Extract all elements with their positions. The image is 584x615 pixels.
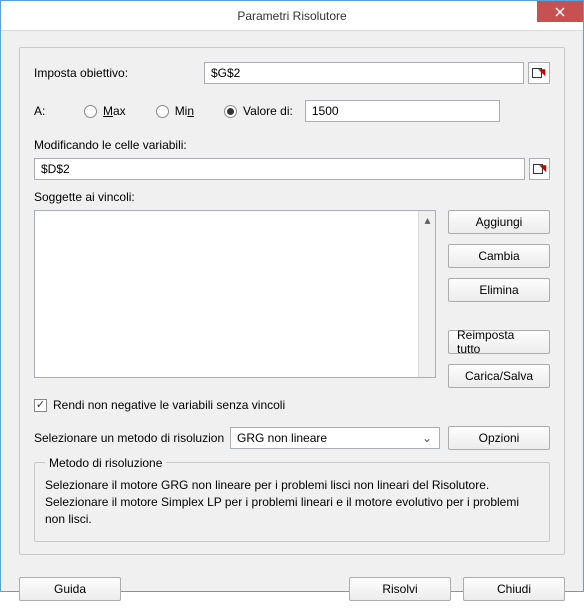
close-dialog-button-label: Chiudi [497, 582, 531, 596]
constraint-buttons: Aggiungi Cambia Elimina Reimposta tutto … [448, 210, 550, 388]
help-button[interactable]: Guida [19, 577, 121, 601]
radio-max-label: Max [103, 104, 126, 118]
radio-min-item[interactable]: Min [156, 104, 194, 118]
method-description-box: Metodo di risoluzione Selezionare il mot… [34, 462, 550, 542]
method-selected-value: GRG non lineare [237, 431, 327, 445]
method-box-title: Metodo di risoluzione [45, 456, 166, 470]
radio-max [84, 105, 97, 118]
method-description: Selezionare il motore GRG non lineare pe… [45, 477, 539, 527]
changing-cells-input[interactable] [34, 158, 525, 180]
valueof-input[interactable] [305, 100, 500, 122]
nonneg-label: Rendi non negative le variabili senza vi… [53, 398, 285, 412]
radio-valueof-label: Valore di: [243, 104, 293, 118]
constraints-listbox[interactable]: ▴ [34, 210, 436, 378]
nonneg-row[interactable]: Rendi non negative le variabili senza vi… [34, 398, 550, 412]
window-title: Parametri Risolutore [1, 9, 583, 23]
change-button[interactable]: Cambia [448, 244, 550, 268]
objective-range-picker[interactable] [528, 62, 550, 84]
add-button[interactable]: Aggiungi [448, 210, 550, 234]
constraints-area: ▴ Aggiungi Cambia Elimina Reimposta tutt… [34, 210, 550, 388]
range-selector-icon [532, 66, 546, 80]
nonneg-checkbox [34, 399, 47, 412]
radio-min [156, 105, 169, 118]
radio-max-item[interactable]: Max [84, 104, 126, 118]
objective-input[interactable] [204, 62, 524, 84]
delete-button[interactable]: Elimina [448, 278, 550, 302]
change-button-label: Cambia [478, 249, 519, 263]
method-select[interactable]: GRG non lineare ⌄ [230, 427, 440, 449]
reset-all-button-label: Reimposta tutto [457, 328, 541, 356]
objective-row: Imposta obiettivo: [34, 62, 550, 84]
to-row: A: Max Min Valore di: [34, 100, 550, 122]
close-dialog-button[interactable]: Chiudi [463, 577, 565, 601]
load-save-button[interactable]: Carica/Salva [448, 364, 550, 388]
scroll-up-icon: ▴ [419, 211, 436, 228]
objective-label: Imposta obiettivo: [34, 66, 204, 80]
help-button-label: Guida [54, 582, 86, 596]
main-panel: Imposta obiettivo: A: Max Min [19, 47, 565, 555]
changing-cells-range-picker[interactable] [529, 158, 550, 180]
constraints-scrollbar[interactable]: ▴ [418, 211, 435, 377]
reset-all-button[interactable]: Reimposta tutto [448, 330, 550, 354]
changing-cells-row [34, 158, 550, 180]
delete-button-label: Elimina [479, 283, 518, 297]
load-save-button-label: Carica/Salva [465, 369, 533, 383]
to-radio-group: Max Min Valore di: [84, 104, 293, 118]
changing-cells-label: Modificando le celle variabili: [34, 138, 550, 152]
close-icon [555, 7, 565, 17]
solve-button[interactable]: Risolvi [349, 577, 451, 601]
options-button-label: Opzioni [479, 431, 520, 445]
method-label: Selezionare un metodo di risoluzion [34, 431, 230, 445]
titlebar: Parametri Risolutore [1, 1, 583, 31]
add-button-label: Aggiungi [476, 215, 523, 229]
radio-valueof-item[interactable]: Valore di: [224, 104, 293, 118]
content: Imposta obiettivo: A: Max Min [1, 31, 583, 567]
to-label: A: [34, 104, 84, 118]
chevron-down-icon: ⌄ [419, 431, 435, 445]
constraints-label: Soggette ai vincoli: [34, 190, 550, 204]
solver-parameters-window: Parametri Risolutore Imposta obiettivo: … [0, 0, 584, 592]
options-button[interactable]: Opzioni [448, 426, 550, 450]
solve-button-label: Risolvi [382, 582, 417, 596]
footer: Guida Risolvi Chiudi [1, 567, 583, 615]
method-row: Selezionare un metodo di risoluzion GRG … [34, 426, 550, 450]
radio-valueof [224, 105, 237, 118]
footer-spacer [133, 577, 337, 601]
radio-min-label: Min [175, 104, 194, 118]
close-button[interactable] [537, 1, 583, 22]
range-selector-icon [533, 162, 547, 176]
